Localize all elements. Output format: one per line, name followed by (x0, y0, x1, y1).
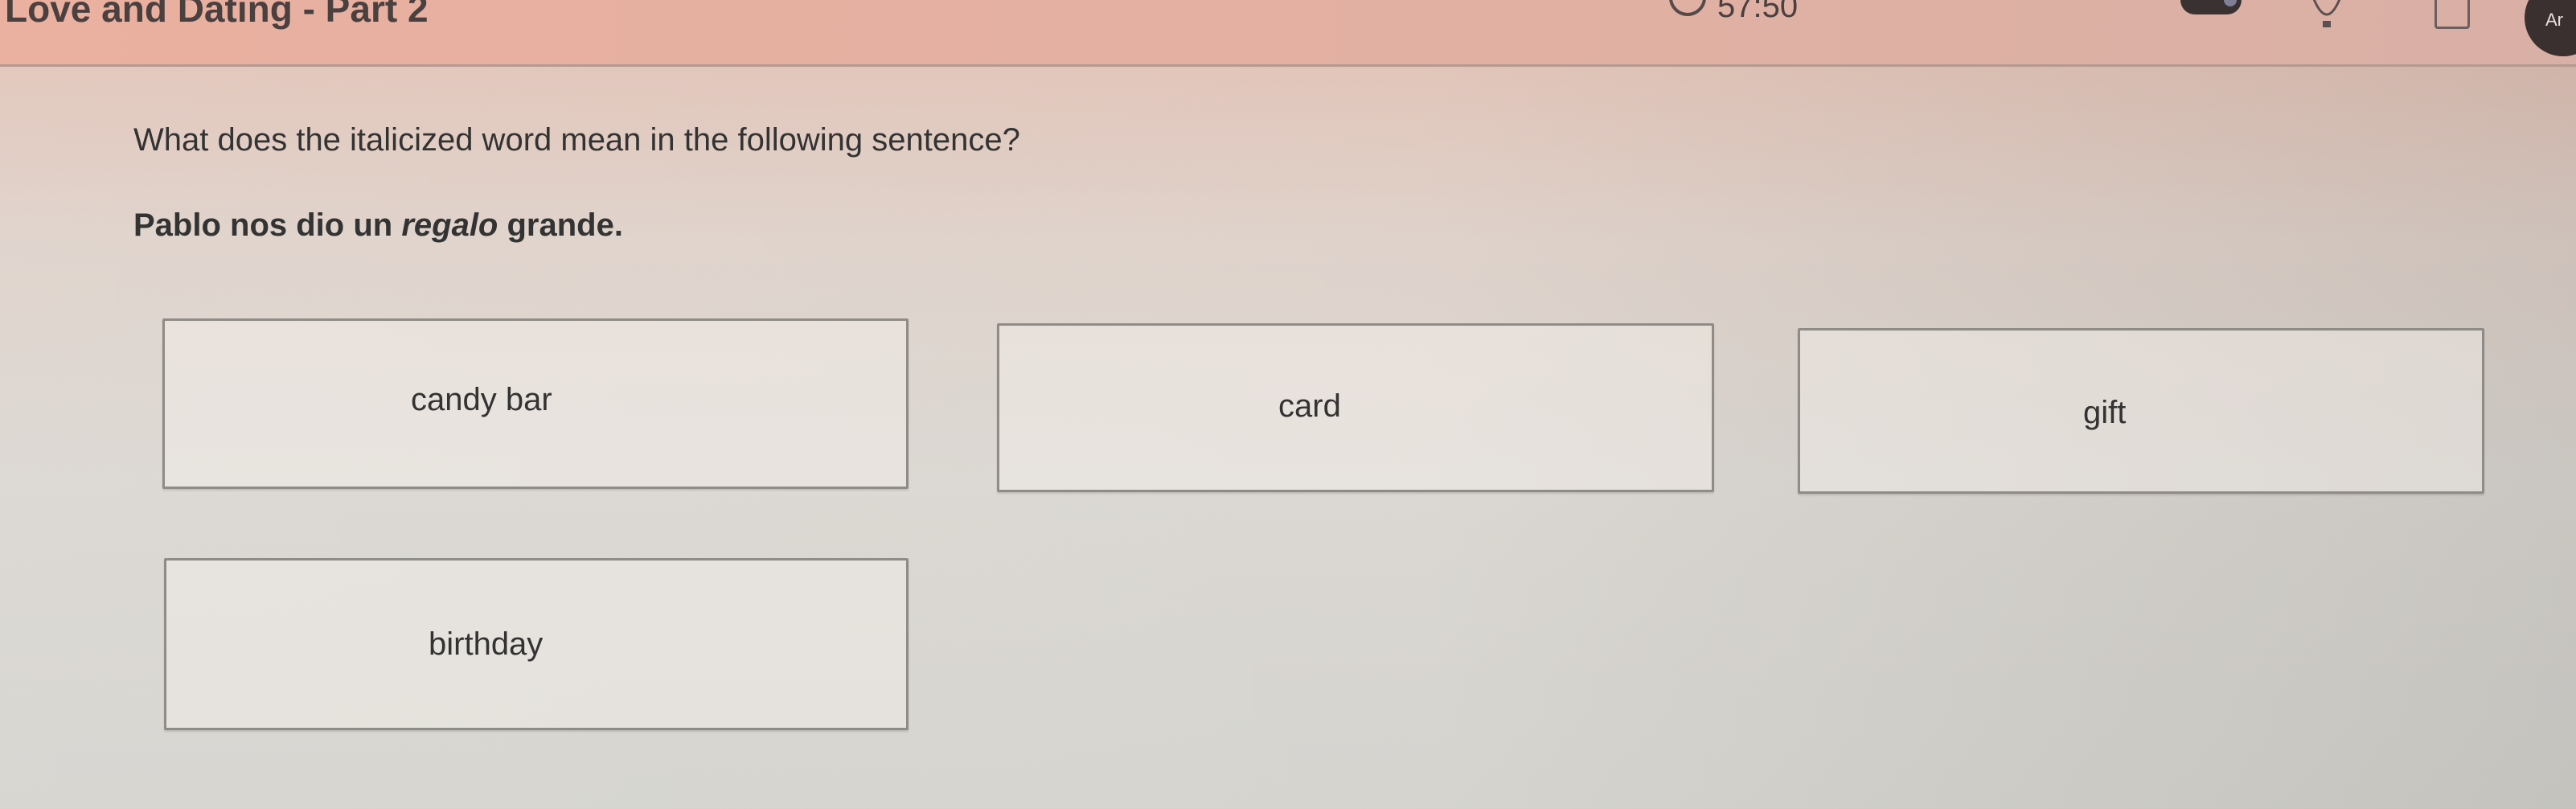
question-prompt: What does the italicized word mean in th… (133, 122, 1020, 158)
toggle-switch[interactable] (2180, 0, 2242, 14)
answer-label: birthday (429, 626, 544, 662)
sentence-start: Pablo nos dio un (133, 207, 402, 243)
top-bar: Love and Dating - Part 2 57:50 Ar (0, 0, 2576, 67)
answer-label: card (1278, 388, 1341, 424)
notes-icon[interactable] (2434, 0, 2470, 29)
page-title: Love and Dating - Part 2 (5, 0, 429, 30)
timer-text: 57:50 (1717, 0, 1799, 24)
lightbulb-icon[interactable] (2307, 0, 2346, 31)
italic-word: regalo (401, 207, 498, 243)
sentence-end: grande. (498, 207, 623, 243)
avatar[interactable]: Ar (2525, 0, 2576, 56)
answer-choice-card[interactable]: card (997, 323, 1714, 492)
answer-choice-candy-bar[interactable]: candy bar (162, 318, 909, 489)
timer-icon (1669, 0, 1706, 16)
answer-choice-birthday[interactable]: birthday (164, 558, 909, 730)
answer-choice-gift[interactable]: gift (1798, 328, 2484, 494)
avatar-initials: Ar (2545, 10, 2563, 30)
answer-label: gift (2083, 395, 2127, 430)
question-sentence: Pablo nos dio un regalo grande. (133, 207, 623, 244)
answer-label: candy bar (411, 382, 552, 417)
toggle-knob (2224, 0, 2237, 6)
